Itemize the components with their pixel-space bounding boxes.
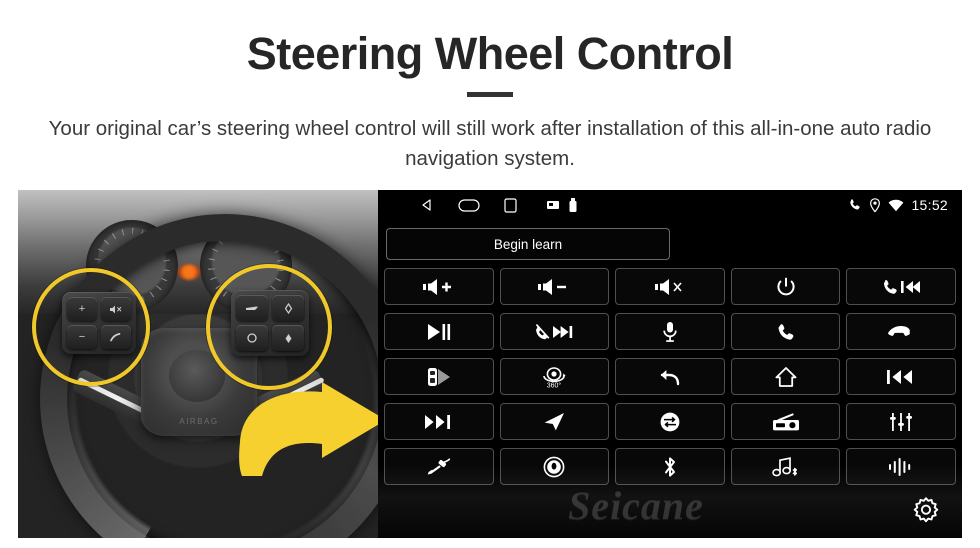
swc-function-grid: 360° bbox=[384, 268, 956, 485]
wifi-icon bbox=[888, 199, 904, 212]
equalizer-button[interactable] bbox=[846, 403, 956, 440]
begin-learn-label: Begin learn bbox=[493, 236, 563, 252]
sd-card-icon bbox=[547, 200, 559, 210]
pointing-arrow-icon bbox=[236, 380, 378, 498]
head-unit-screen: 15:52 Begin learn 360° Seicane bbox=[378, 190, 962, 538]
brand-watermark: Seicane bbox=[568, 483, 704, 528]
mute-next-button[interactable] bbox=[499, 313, 610, 350]
page-subtitle: Your original car’s steering wheel contr… bbox=[48, 117, 932, 170]
power-button[interactable] bbox=[730, 268, 841, 305]
status-bar-right: 15:52 bbox=[848, 190, 948, 220]
mute-button[interactable] bbox=[615, 268, 725, 305]
title-divider bbox=[467, 92, 513, 97]
highlight-ring-right bbox=[206, 264, 332, 390]
previous-track-button[interactable] bbox=[846, 358, 956, 395]
back-icon[interactable] bbox=[420, 198, 434, 212]
volume-down-button[interactable] bbox=[499, 268, 610, 305]
audio-visualizer-button[interactable] bbox=[846, 448, 956, 485]
radio-button[interactable] bbox=[730, 403, 841, 440]
page-root: Steering Wheel Control Your original car… bbox=[0, 0, 980, 548]
volume-up-button[interactable] bbox=[384, 268, 494, 305]
svg-text:360°: 360° bbox=[547, 381, 562, 389]
usb-icon bbox=[569, 198, 577, 212]
location-icon bbox=[869, 197, 881, 213]
page-title: Steering Wheel Control bbox=[246, 28, 734, 79]
call-prev-button[interactable] bbox=[846, 268, 956, 305]
back-button[interactable] bbox=[615, 358, 725, 395]
navigation-button[interactable] bbox=[499, 403, 610, 440]
camera-360-button[interactable]: 360° bbox=[499, 358, 610, 395]
parking-sensor-button[interactable] bbox=[384, 358, 494, 395]
bluetooth-music-button[interactable] bbox=[730, 448, 841, 485]
gear-icon[interactable] bbox=[906, 492, 946, 532]
aux-button[interactable] bbox=[384, 448, 494, 485]
highlight-ring-left bbox=[32, 268, 150, 386]
begin-learn-button[interactable]: Begin learn bbox=[386, 228, 670, 260]
voice-mic-button[interactable] bbox=[615, 313, 725, 350]
home-icon[interactable] bbox=[458, 198, 480, 212]
next-track-button[interactable] bbox=[384, 403, 494, 440]
hang-up-button[interactable] bbox=[846, 313, 956, 350]
recents-icon[interactable] bbox=[504, 197, 517, 213]
phone-icon bbox=[848, 198, 862, 212]
bluetooth-button[interactable] bbox=[615, 448, 725, 485]
disc-button[interactable] bbox=[499, 448, 610, 485]
play-pause-button[interactable] bbox=[384, 313, 494, 350]
source-switch-button[interactable] bbox=[615, 403, 725, 440]
status-bar-clock: 15:52 bbox=[911, 197, 948, 213]
answer-call-button[interactable] bbox=[730, 313, 841, 350]
steering-wheel-photo: AIRBAG + − bbox=[18, 190, 378, 538]
android-status-bar: 15:52 bbox=[378, 190, 962, 220]
home-button[interactable] bbox=[730, 358, 841, 395]
header: Steering Wheel Control Your original car… bbox=[0, 0, 980, 190]
media-strip: AIRBAG + − 15:52 Begin learn 360° Seican… bbox=[18, 190, 962, 538]
